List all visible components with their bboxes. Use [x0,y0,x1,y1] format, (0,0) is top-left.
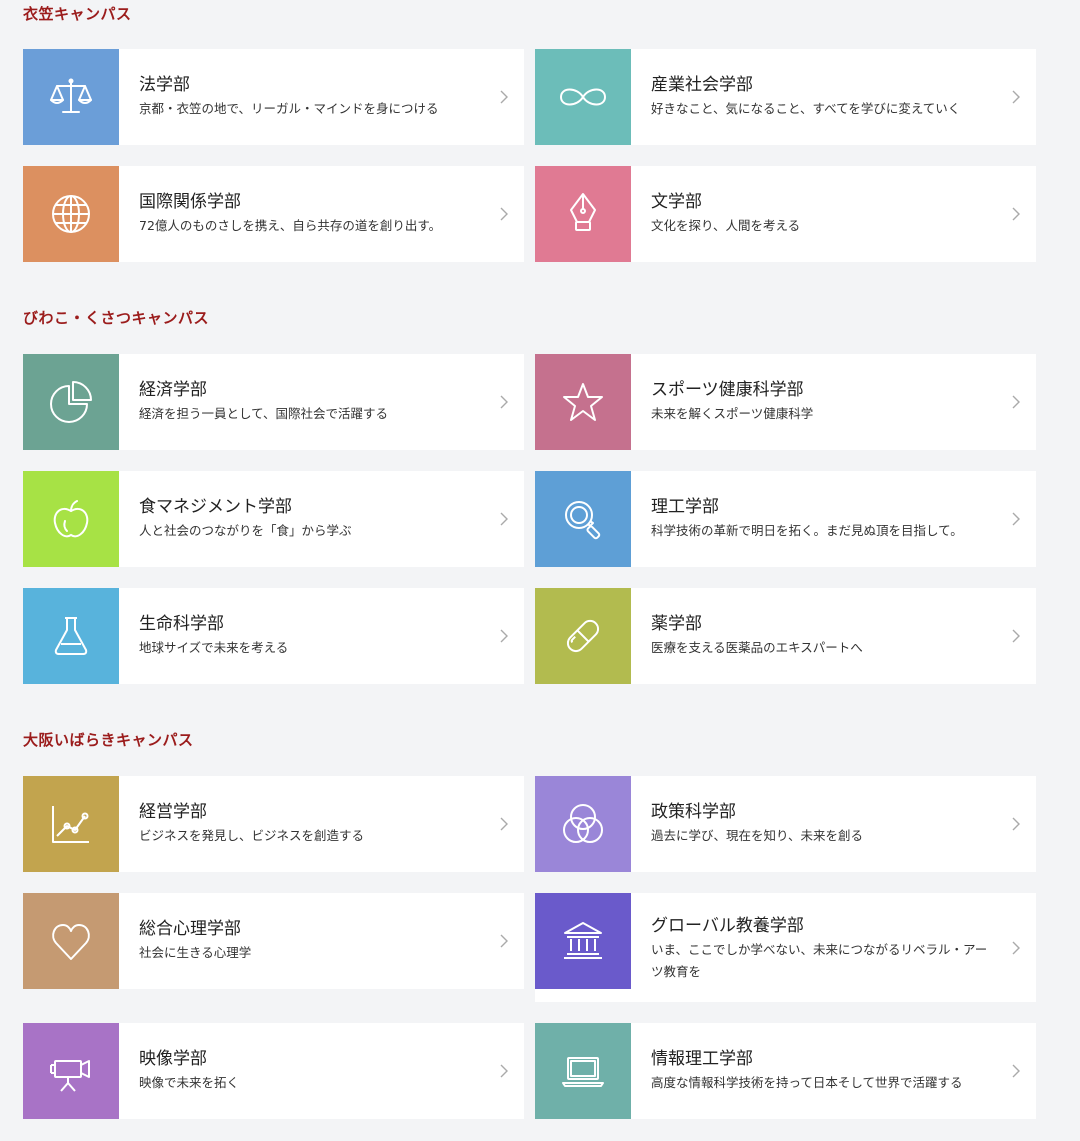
faculty-card-psychology[interactable]: 総合心理学部 社会に生きる心理学 [23,893,524,989]
faculty-name: 政策科学部 [651,802,736,822]
chevron-right-icon [498,1062,510,1080]
section-title-bkc: びわこ・くさつキャンパス [23,309,210,327]
faculty-description: 医療を支える医薬品のエキスパートへ [651,640,863,655]
faculty-card-icon-bg [23,893,119,989]
faculty-card-icon-bg [535,166,631,262]
faculty-card-international-relations[interactable]: 国際関係学部 72億人のものさしを携え、自ら共存の道を創り出す。 [23,166,524,262]
faculty-card-economics[interactable]: 経済学部 経済を担う一員として、国際社会で活躍する [23,354,524,450]
faculty-card-social-sciences[interactable]: 産業社会学部 好きなこと、気になること、すべてを学びに変えていく [535,49,1036,145]
chevron-right-icon [498,205,510,223]
chevron-right-icon [498,815,510,833]
chevron-right-icon [1010,88,1022,106]
venn-icon [563,804,603,843]
faculty-card-icon-bg [23,49,119,145]
chevron-right-icon [1010,815,1022,833]
faculty-name: 産業社会学部 [651,75,753,95]
faculty-name: 映像学部 [139,1049,207,1069]
faculty-card-global-liberal-arts[interactable]: グローバル教養学部 いま、ここでしか学べない、未来につながるリベラル・アーツ教育… [535,893,1036,1002]
faculty-description: 科学技術の革新で明日を拓く。まだ見ぬ頂を目指して。 [651,523,963,538]
faculty-card-icon-bg [535,354,631,450]
faculty-card-icon-bg [23,354,119,450]
faculty-card-letters[interactable]: 文学部 文化を探り、人間を考える [535,166,1036,262]
faculty-card-icon-bg [535,588,631,684]
chevron-right-icon [498,627,510,645]
faculty-card-image-arts[interactable]: 映像学部 映像で未来を拓く [23,1023,524,1119]
chevron-right-icon [498,88,510,106]
chevron-right-icon [498,510,510,528]
chevron-right-icon [498,932,510,950]
magnifier-icon [565,501,601,540]
faculty-description: ビジネスを発見し、ビジネスを創造する [139,828,365,843]
faculty-description: 72億人のものさしを携え、自ら共存の道を創り出す。 [139,218,442,233]
faculty-name: 理工学部 [651,497,719,517]
globe-icon [52,195,90,233]
faculty-name: スポーツ健康科学部 [651,380,804,400]
faculty-description: 人と社会のつながりを「食」から学ぶ [139,523,352,538]
faculty-description: 社会に生きる心理学 [139,945,252,960]
line-graph-icon [52,806,89,843]
faculty-card-icon-bg [535,1023,631,1119]
apple-icon [53,500,89,538]
star-icon [563,383,603,421]
faculty-name: グローバル教養学部 [651,915,804,936]
faculty-name: 経済学部 [139,380,207,400]
heart-icon [52,924,90,960]
faculty-name: 生命科学部 [139,614,224,634]
pie-chart-icon [50,381,92,423]
faculty-card-pharmacy[interactable]: 薬学部 医療を支える医薬品のエキスパートへ [535,588,1036,684]
faculty-name: 法学部 [139,75,190,95]
faculty-card-business-administration[interactable]: 経営学部 ビジネスを発見し、ビジネスを創造する [23,776,524,872]
flask-icon [54,617,88,655]
faculty-card-icon-bg [535,893,631,989]
faculty-card-icon-bg [23,471,119,567]
faculty-description: 好きなこと、気になること、すべてを学びに変えていく [651,101,961,116]
faculty-description: 京都・衣笠の地で、リーガル・マインドを身につける [139,101,439,116]
faculty-name: 食マネジメント学部 [139,497,292,517]
faculty-description: 映像で未来を拓く [139,1075,240,1090]
movie-camera-icon [50,1060,90,1092]
chevron-right-icon [1010,1062,1022,1080]
faculty-card-life-sciences[interactable]: 生命科学部 地球サイズで未来を考える [23,588,524,684]
faculty-card-sport-health[interactable]: スポーツ健康科学部 未来を解くスポーツ健康科学 [535,354,1036,450]
faculty-name: 経営学部 [139,802,207,822]
chevron-right-icon [1010,627,1022,645]
section-title-oic: 大阪いばらきキャンパス [23,731,194,749]
faculty-description: 経済を担う一員として、国際社会で活躍する [139,406,389,421]
faculty-card-icon-bg [23,588,119,684]
faculty-card-icon-bg [535,471,631,567]
infinity-icon [559,88,607,106]
faculty-name: 情報理工学部 [651,1049,753,1069]
faculty-card-icon-bg [535,49,631,145]
chevron-right-icon [1010,393,1022,411]
laptop-icon [562,1057,604,1087]
faculty-card-icon-bg [23,776,119,872]
faculty-name: 国際関係学部 [139,192,241,212]
faculty-card-information-science[interactable]: 情報理工学部 高度な情報科学技術を持って日本そして世界で活躍する [535,1023,1036,1119]
chevron-right-icon [1010,205,1022,223]
faculty-card-gastronomy[interactable]: 食マネジメント学部 人と社会のつながりを「食」から学ぶ [23,471,524,567]
faculty-card-policy-science[interactable]: 政策科学部 過去に学び、現在を知り、未来を創る [535,776,1036,872]
faculty-name: 総合心理学部 [139,919,241,939]
chevron-right-icon [498,393,510,411]
faculty-description: 未来を解くスポーツ健康科学 [651,406,814,421]
faculty-description: 過去に学び、現在を知り、未来を創る [651,828,864,843]
capsule-icon [566,619,600,653]
section-title-kinugasa: 衣笠キャンパス [23,5,132,23]
faculty-card-law[interactable]: 法学部 京都・衣笠の地で、リーガル・マインドを身につける [23,49,524,145]
faculty-card-science-engineering[interactable]: 理工学部 科学技術の革新で明日を拓く。まだ見ぬ頂を目指して。 [535,471,1036,567]
faculty-card-icon-bg [23,1023,119,1119]
chevron-right-icon [1010,939,1022,957]
faculty-card-icon-bg [23,166,119,262]
faculty-description: いま、ここでしか学べない、未来につながるリベラル・アーツ教育を [651,941,988,979]
scales-icon [50,78,92,113]
institution-icon [564,922,602,959]
faculty-card-icon-bg [535,776,631,872]
chevron-right-icon [1010,510,1022,528]
faculty-description: 高度な情報科学技術を持って日本そして世界で活躍する [651,1075,963,1090]
faculty-description: 地球サイズで未来を考える [139,640,289,655]
faculty-name: 薬学部 [651,614,702,634]
faculty-description: 文化を探り、人間を考える [651,218,801,233]
pen-nib-icon [570,193,596,231]
faculty-name: 文学部 [651,192,702,212]
